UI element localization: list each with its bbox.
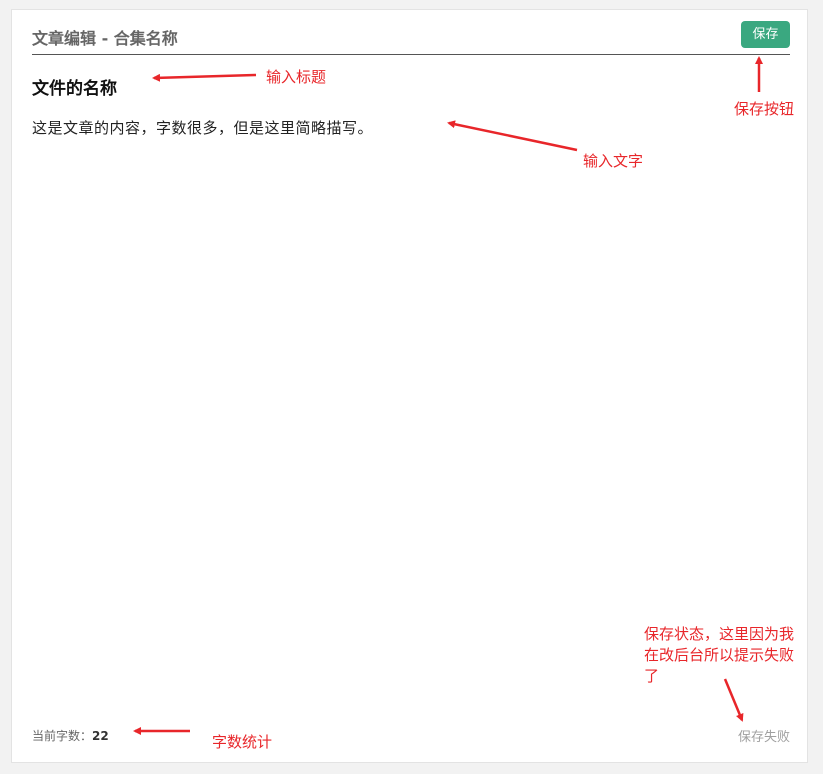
title-input[interactable]: 文件的名称 xyxy=(32,74,117,99)
word-count-value: 22 xyxy=(92,729,109,743)
word-count-label: 当前字数： xyxy=(32,729,93,743)
content-editor[interactable]: 这是文章的内容，字数很多，但是这里简略描写。 xyxy=(32,117,373,138)
annotation-save-button: 保存按钮 xyxy=(734,100,795,118)
word-count: 当前字数：22 xyxy=(32,727,109,744)
annotation-input-text: 输入文字 xyxy=(583,152,644,170)
annotation-save-status: 保存状态，这里因为我在改后台所以提示失败了 xyxy=(644,625,795,685)
save-status: 保存失败 xyxy=(738,730,791,745)
annotation-word-count: 字数统计 xyxy=(212,733,273,751)
page-title: 文章编辑 - 合集名称 xyxy=(32,29,178,48)
annotation-input-title: 输入标题 xyxy=(266,68,327,86)
save-button[interactable]: 保存 xyxy=(741,21,790,48)
header-divider xyxy=(32,54,790,55)
